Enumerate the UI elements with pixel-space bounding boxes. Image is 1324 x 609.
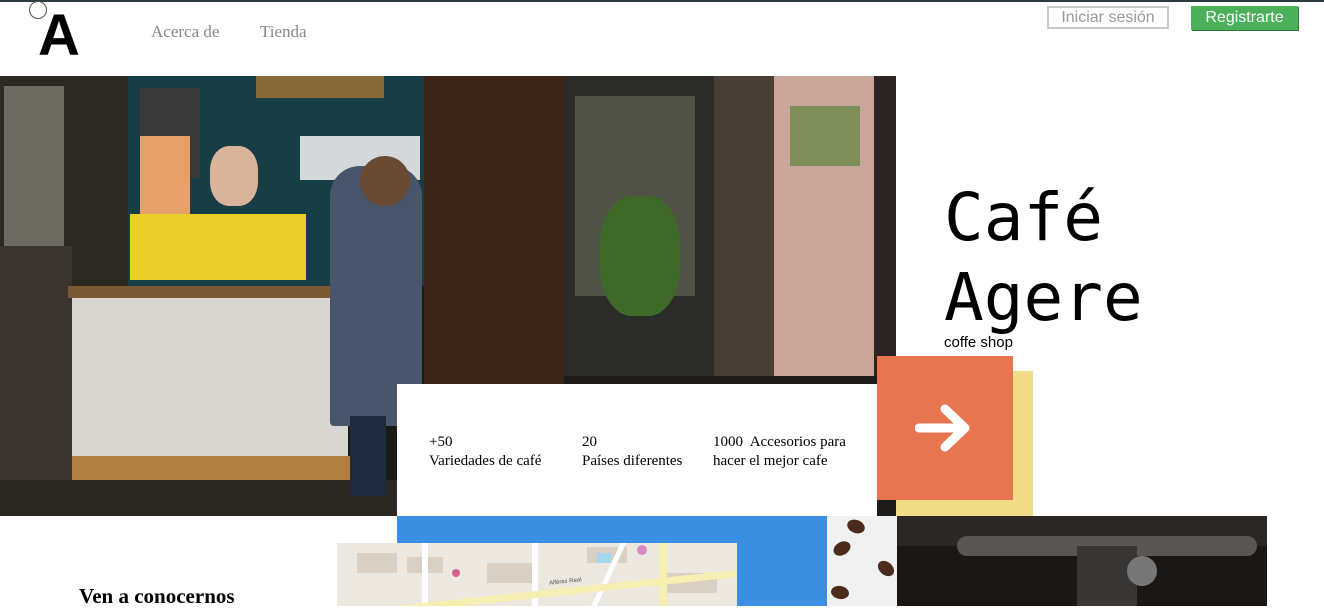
register-button[interactable]: Registrarte [1191, 6, 1298, 30]
top-border [0, 0, 1324, 2]
stats-panel: +50 Variedades de café 20 Países diferen… [397, 384, 877, 516]
logo[interactable]: A [38, 6, 80, 66]
espresso-machine-image [897, 516, 1267, 606]
hero-subtitle: coffe shop [944, 334, 1013, 351]
stat-label-line-1: Accesorios para [749, 434, 846, 450]
stat-varieties: +50 Variedades de café [429, 433, 541, 471]
stat-accessories: 1000 Accesorios para hacer el mejor cafe [713, 433, 846, 471]
location-map[interactable]: Alférez Real [337, 543, 737, 606]
stat-countries: 20 Países diferentes [582, 433, 682, 471]
arrow-right-icon [915, 404, 970, 452]
stat-label-line-2: hacer el mejor cafe [713, 453, 828, 469]
login-button[interactable]: Iniciar sesión [1047, 6, 1169, 29]
coffee-beans-image [827, 516, 897, 606]
next-arrow-button[interactable] [877, 356, 1013, 500]
stat-value: 20 [582, 434, 597, 450]
stat-value: +50 [429, 434, 453, 450]
nav-link-shop[interactable]: Tienda [260, 22, 307, 42]
stat-value: 1000 [713, 434, 743, 450]
hero-title-line-1: Café [944, 179, 1103, 256]
stat-label: Variedades de café [429, 453, 542, 469]
stat-label: Países diferentes [582, 453, 683, 469]
nav-link-about[interactable]: Acerca de [151, 22, 219, 42]
hero-title-line-2: Agere [944, 259, 1143, 336]
hero-title: Café Agere [944, 178, 1143, 338]
visit-heading: Ven a conocernos [79, 584, 235, 608]
